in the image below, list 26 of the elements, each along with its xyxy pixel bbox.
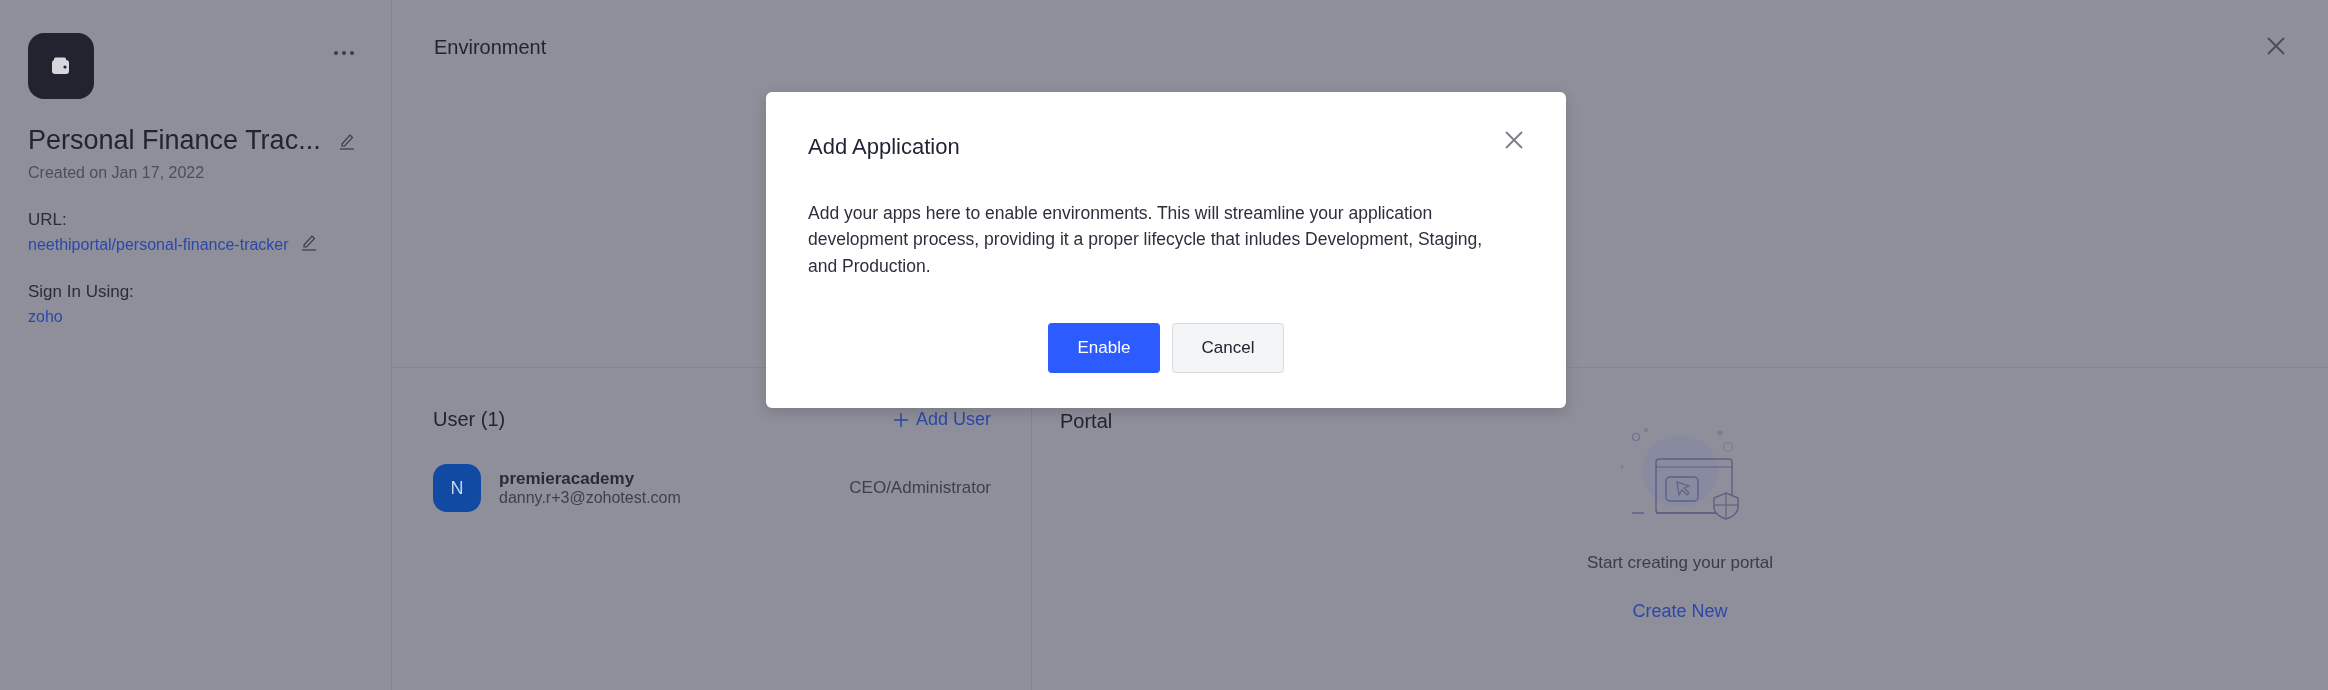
url-label: URL: xyxy=(28,210,68,230)
section-title: User (1) xyxy=(433,408,506,431)
section-title: Portal xyxy=(1060,410,1114,433)
sign-in-link[interactable]: zoho xyxy=(28,308,363,326)
section-title: Environment xyxy=(434,36,547,59)
empty-state-message: Start creating your portal xyxy=(1586,553,1774,573)
url-link[interactable]: neethiportal/personal-finance-tracker xyxy=(28,236,289,254)
user-role: CEO/Administrator xyxy=(849,478,991,498)
wallet-icon xyxy=(51,57,71,75)
cancel-button[interactable]: Cancel xyxy=(1172,322,1284,373)
more-options-icon[interactable] xyxy=(333,50,355,56)
user-avatar: N xyxy=(433,464,481,512)
close-icon[interactable] xyxy=(2266,36,2286,56)
created-date: Created on Jan 17, 2022 xyxy=(28,164,206,182)
enable-button[interactable]: Enable xyxy=(1048,322,1160,373)
create-new-link[interactable]: Create New xyxy=(1632,601,1728,622)
sign-in-label: Sign In Using: xyxy=(28,282,135,302)
edit-icon[interactable] xyxy=(300,233,317,251)
close-icon[interactable] xyxy=(1504,130,1524,150)
dialog-title: Add Application xyxy=(808,134,960,160)
user-name: premieracademy xyxy=(499,469,636,489)
user-email: danny.r+3@zohotest.com xyxy=(499,489,682,507)
add-user-button[interactable]: Add User xyxy=(893,409,991,430)
app-name: Personal Finance Trac... xyxy=(28,125,321,156)
plus-icon xyxy=(893,412,908,427)
dialog-message: Add your apps here to enable environments. This will streamline your application development process, providing it a proper lifecycle that inludes Development, Staging, and Production. xyxy=(808,202,1484,278)
